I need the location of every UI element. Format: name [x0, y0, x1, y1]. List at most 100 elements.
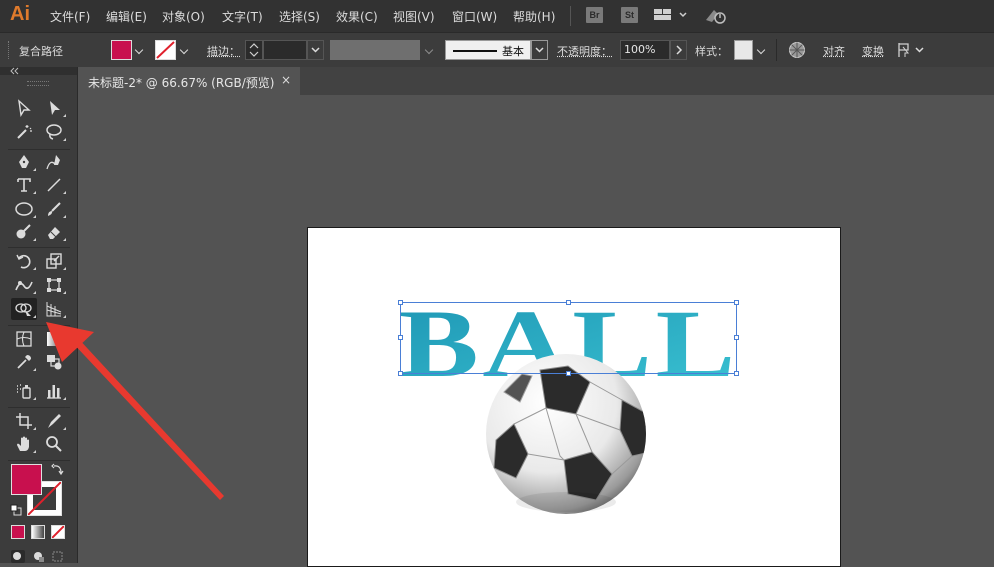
menu-view[interactable]: 视图(V)	[393, 8, 435, 25]
document-tab-title: 未标题-2* @ 66.67% (RGB/预览)	[88, 76, 275, 90]
variable-width-dropdown[interactable]	[423, 40, 437, 60]
opacity-input[interactable]: 100%	[620, 40, 670, 60]
resize-handle-top-left[interactable]	[398, 300, 403, 305]
gradient-tool[interactable]	[41, 328, 67, 350]
brush-dropdown[interactable]	[531, 40, 548, 60]
artboard-tool[interactable]	[11, 410, 37, 432]
isolate-selected-icon[interactable]	[896, 41, 926, 62]
magic-wand-tool[interactable]	[11, 121, 37, 143]
fill-color-swatch[interactable]	[11, 464, 42, 495]
menu-object[interactable]: 对象(O)	[162, 8, 205, 25]
workspace-layout-icon[interactable]	[654, 6, 688, 27]
lasso-tool[interactable]	[41, 121, 67, 143]
resize-handle-bottom-right[interactable]	[734, 371, 739, 376]
document-tab[interactable]: 未标题-2* @ 66.67% (RGB/预览) ×	[78, 67, 300, 95]
tool-divider	[8, 325, 70, 326]
shaper-tool[interactable]	[11, 221, 37, 243]
width-tool[interactable]	[11, 274, 37, 296]
stroke-weight-dropdown[interactable]	[307, 40, 324, 60]
gradient-tool-icon	[47, 332, 61, 346]
stroke-label[interactable]: 描边：	[207, 43, 240, 59]
recolor-artwork-icon[interactable]	[788, 41, 806, 62]
gpu-performance-icon[interactable]	[704, 6, 728, 29]
paintbrush-tool[interactable]	[41, 198, 67, 220]
menu-select[interactable]: 选择(S)	[279, 8, 320, 25]
menu-file[interactable]: 文件(F)	[50, 8, 90, 25]
mesh-tool[interactable]	[11, 328, 37, 350]
stroke-swatch[interactable]	[155, 40, 176, 60]
resize-handle-top[interactable]	[566, 300, 571, 305]
symbol-sprayer-icon	[17, 384, 31, 399]
rotate-tool[interactable]	[11, 250, 37, 272]
column-graph-tool[interactable]	[41, 380, 67, 402]
stroke-dropdown[interactable]	[178, 40, 192, 60]
pen-tool-icon	[19, 155, 29, 168]
stroke-weight-input[interactable]	[263, 40, 307, 60]
fill-dropdown[interactable]	[133, 40, 147, 60]
menu-divider	[570, 6, 571, 26]
rotate-tool-icon	[16, 254, 31, 269]
line-tool[interactable]	[41, 174, 67, 196]
gradient-mode-button[interactable]	[31, 525, 45, 539]
bridge-button[interactable]: Br	[586, 7, 603, 23]
tools-panel-grip[interactable]	[27, 81, 49, 86]
menu-help[interactable]: 帮助(H)	[513, 8, 555, 25]
slice-tool[interactable]	[41, 410, 67, 432]
tools-panel	[0, 67, 78, 563]
paintbrush-icon	[48, 202, 61, 216]
selection-tool[interactable]	[11, 97, 37, 119]
default-fill-stroke-icon[interactable]	[10, 504, 22, 519]
opacity-label[interactable]: 不透明度：	[557, 43, 612, 59]
draw-normal-icon[interactable]	[11, 550, 25, 563]
free-transform-icon	[47, 278, 61, 292]
artboard-tool-icon	[16, 413, 32, 429]
resize-handle-left[interactable]	[398, 335, 403, 340]
resize-handle-bottom[interactable]	[566, 371, 571, 376]
tools-panel-header[interactable]	[0, 67, 77, 75]
selection-bounding-box[interactable]	[398, 300, 739, 376]
menu-type[interactable]: 文字(T)	[222, 8, 263, 25]
symbol-sprayer-tool[interactable]	[11, 380, 37, 402]
blend-tool-icon	[47, 355, 62, 370]
slice-tool-icon	[48, 414, 61, 428]
free-transform-tool[interactable]	[41, 274, 67, 296]
menu-effect[interactable]: 效果(C)	[336, 8, 378, 25]
fill-swatch[interactable]	[111, 40, 132, 60]
swap-fill-stroke-icon[interactable]	[51, 462, 65, 479]
draw-behind-icon[interactable]	[31, 550, 45, 563]
transform-button[interactable]: 变换	[862, 43, 884, 59]
align-button[interactable]: 对齐	[823, 43, 845, 59]
scale-tool[interactable]	[41, 250, 67, 272]
blend-tool[interactable]	[41, 351, 67, 373]
resize-handle-bottom-left[interactable]	[398, 371, 403, 376]
menu-window[interactable]: 窗口(W)	[452, 8, 497, 25]
opacity-flyout-button[interactable]	[670, 40, 687, 60]
stroke-weight-stepper[interactable]	[245, 40, 263, 60]
zoom-tool[interactable]	[41, 433, 67, 455]
variable-width-profile[interactable]	[330, 40, 420, 60]
type-tool[interactable]	[11, 174, 37, 196]
curvature-tool[interactable]	[41, 151, 67, 173]
close-tab-icon[interactable]: ×	[281, 73, 291, 87]
brush-definition[interactable]: 基本	[445, 40, 531, 60]
eraser-tool[interactable]	[41, 221, 67, 243]
draw-inside-icon[interactable]	[51, 550, 65, 563]
soccer-ball[interactable]	[484, 352, 648, 516]
color-mode-button[interactable]	[11, 525, 25, 539]
perspective-grid-tool[interactable]	[41, 298, 67, 320]
none-mode-button[interactable]	[51, 525, 65, 539]
hand-tool[interactable]	[11, 433, 37, 455]
tool-divider	[8, 149, 70, 150]
graphic-style-dropdown[interactable]	[755, 40, 769, 60]
panel-grip[interactable]	[8, 41, 12, 59]
graphic-style-swatch[interactable]	[734, 40, 753, 60]
ellipse-tool[interactable]	[11, 198, 37, 220]
menu-edit[interactable]: 编辑(E)	[106, 8, 147, 25]
direct-selection-tool[interactable]	[41, 97, 67, 119]
pen-tool[interactable]	[11, 151, 37, 173]
stock-button[interactable]: St	[621, 7, 638, 23]
shape-builder-tool[interactable]	[11, 298, 37, 320]
resize-handle-top-right[interactable]	[734, 300, 739, 305]
eyedropper-tool[interactable]	[11, 351, 37, 373]
resize-handle-right[interactable]	[734, 335, 739, 340]
